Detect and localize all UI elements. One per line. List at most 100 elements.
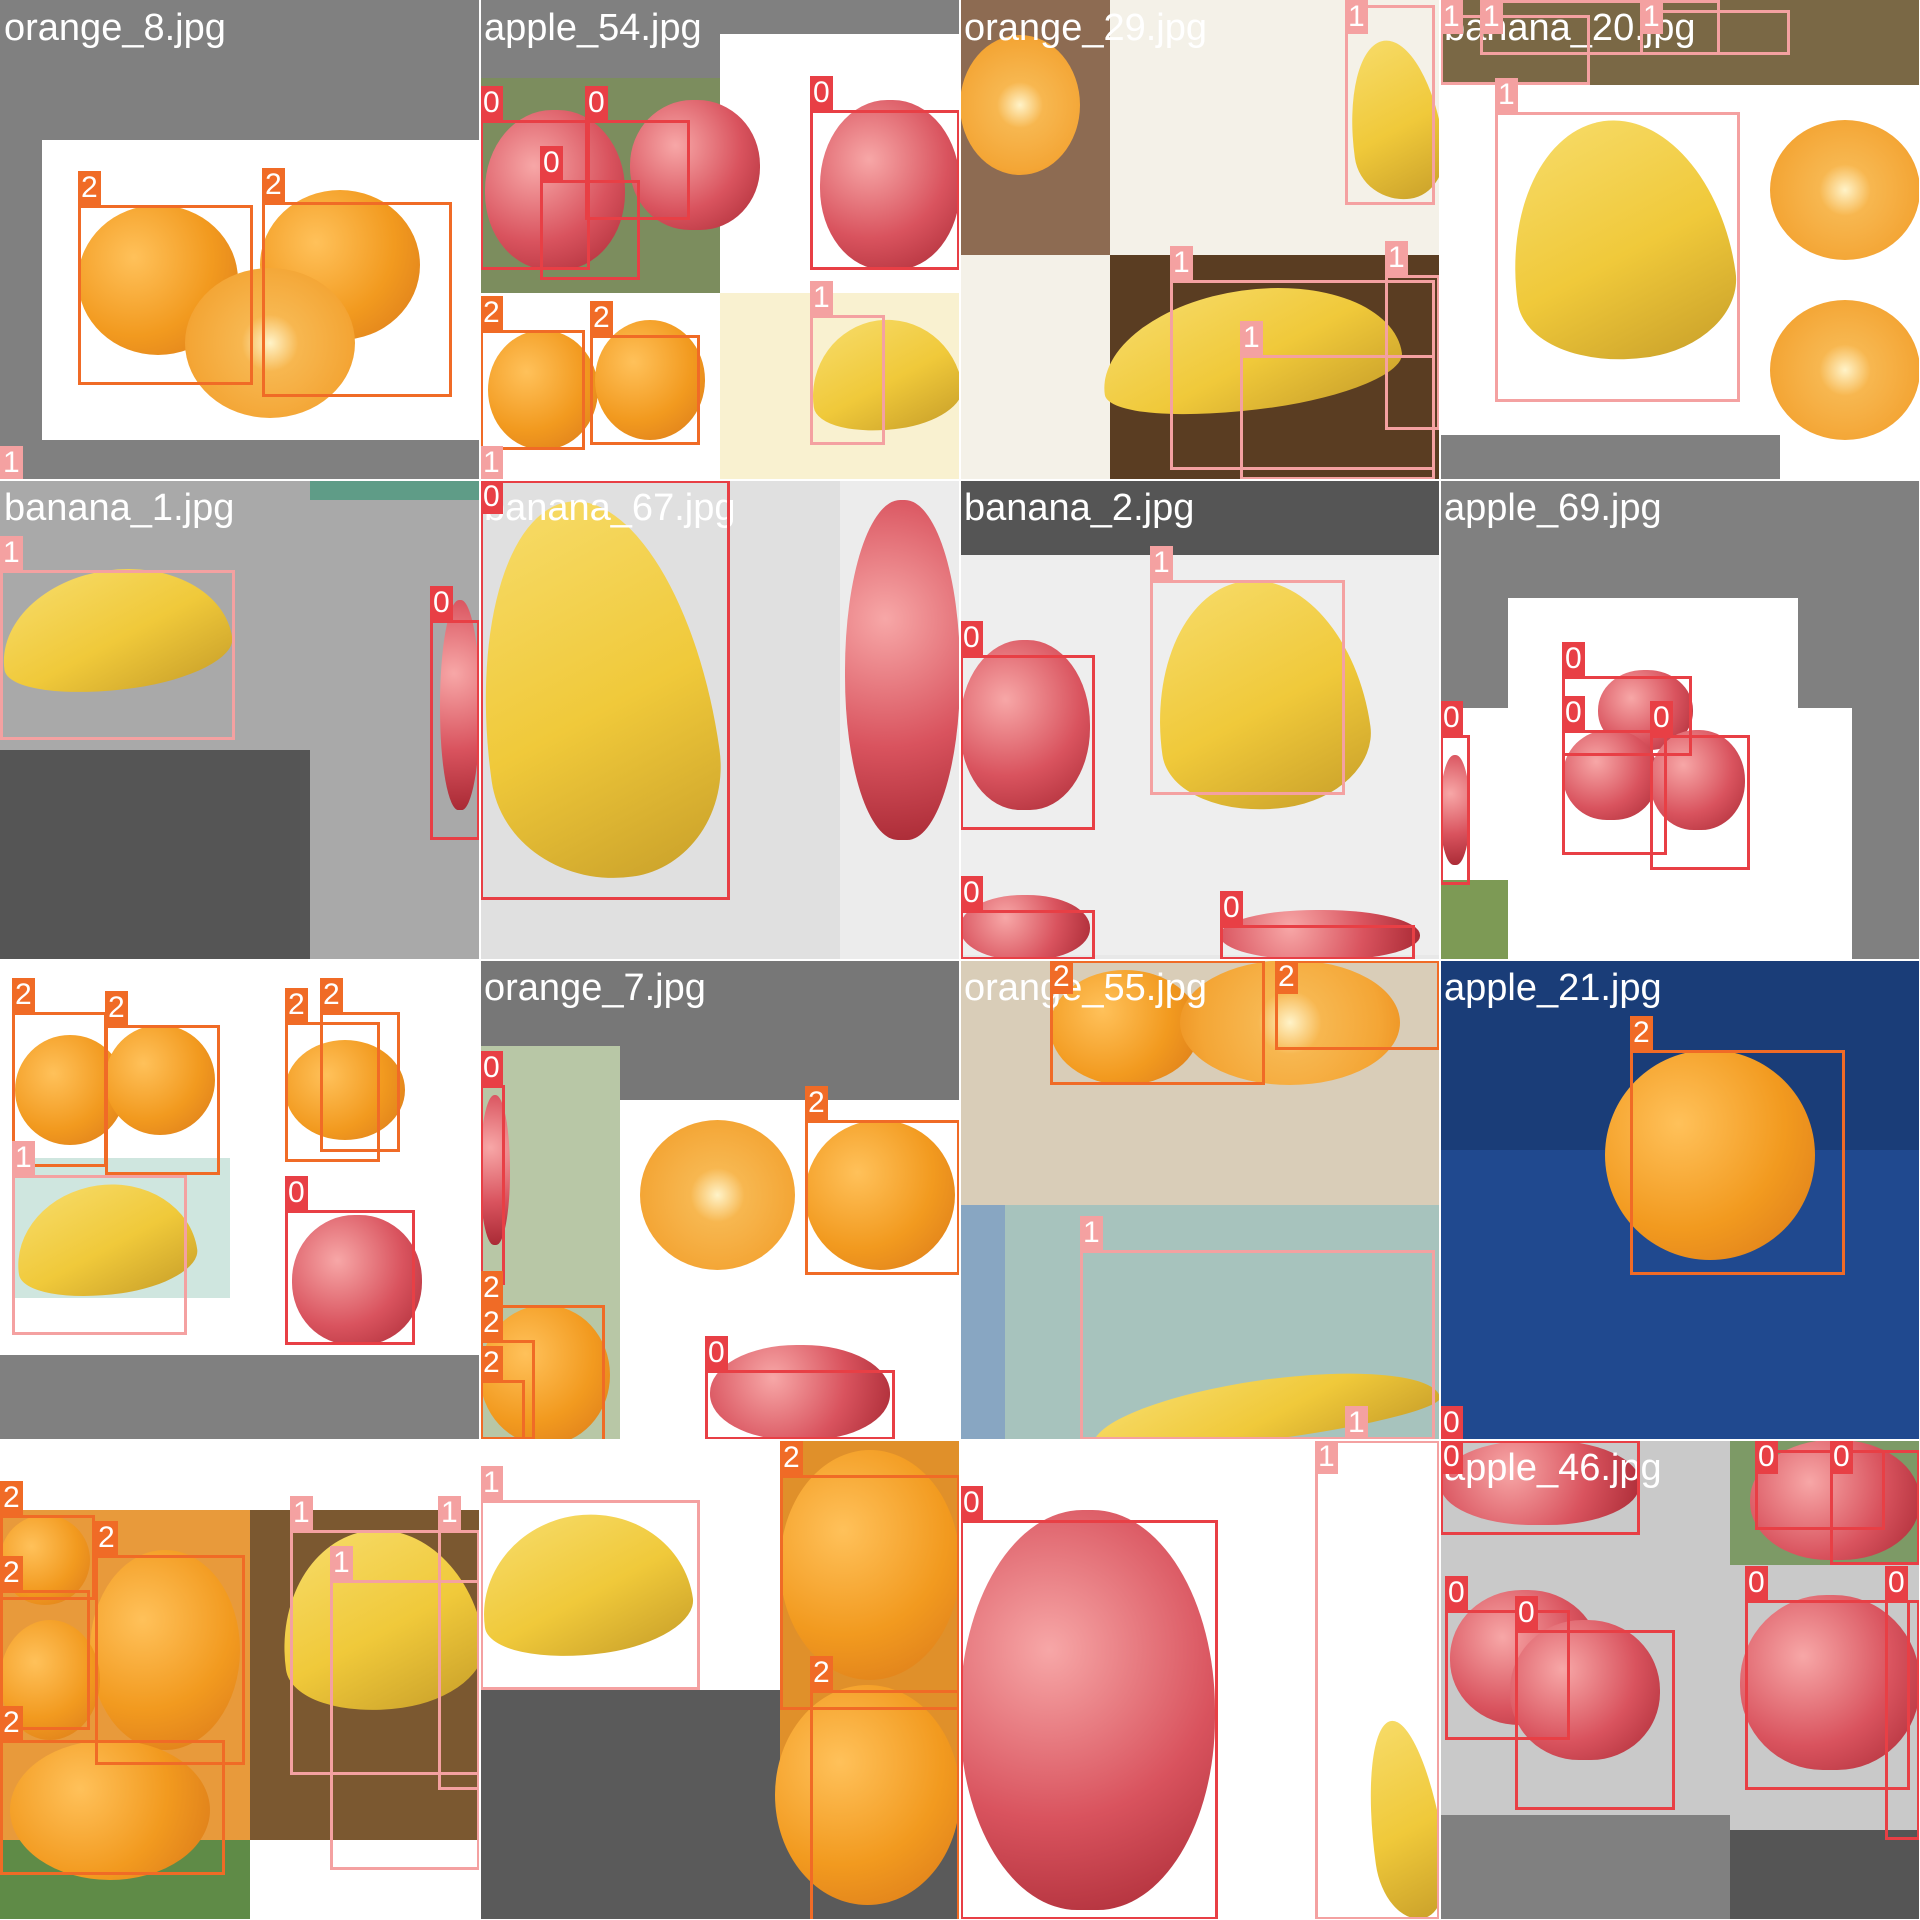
mosaic-tile: banana_67.jpg 0 (480, 480, 959, 959)
detection-class-label: 1 (0, 446, 23, 479)
background-region (1440, 880, 1508, 959)
detection-class-label: 1 (0, 536, 23, 570)
detection-class-label: 2 (0, 1556, 23, 1590)
detection-class-label: 0 (1445, 1576, 1468, 1610)
mosaic-tile: orange_29.jpg 1 1 1 1 (960, 0, 1439, 479)
tile-filename: orange_7.jpg (484, 967, 706, 1009)
detection-box (1440, 1440, 1640, 1535)
detection-class-label: 0 (1755, 1440, 1778, 1474)
detection-class-label: 2 (590, 301, 613, 335)
detection-box (1885, 1600, 1919, 1840)
mosaic-tile: banana_2.jpg 0 1 0 0 (960, 480, 1439, 959)
detection-box (810, 110, 959, 270)
mosaic-tile: orange_8.jpg 2 2 1 (0, 0, 479, 479)
detection-class-label: 0 (1515, 1596, 1538, 1630)
detection-box (810, 1690, 959, 1919)
detection-box (960, 910, 1095, 959)
detection-box (1080, 1250, 1435, 1439)
detection-box (805, 1120, 959, 1275)
detection-class-label: 1 (1345, 1406, 1368, 1439)
tile-filename: apple_54.jpg (484, 7, 702, 49)
detection-class-label: 2 (105, 991, 128, 1025)
detection-box (320, 1012, 400, 1152)
detection-class-label: 1 (1170, 246, 1193, 280)
mosaic-tile: apple_45.jpg 1 2 2 (480, 1440, 959, 1919)
detection-class-label: 2 (480, 1306, 503, 1340)
detection-class-label: 2 (95, 1521, 118, 1555)
background-region (310, 480, 479, 500)
detection-class-label: 1 (1440, 0, 1463, 34)
background-region (1730, 1830, 1919, 1919)
detection-box (1650, 735, 1750, 870)
detection-class-label: 2 (285, 988, 308, 1022)
detection-class-label: 2 (480, 296, 503, 330)
mosaic-tile: orange_25.jpg 0 1 (960, 1440, 1439, 1919)
tile-filename: orange_8.jpg (4, 7, 226, 49)
detection-class-label: 1 (1315, 1440, 1338, 1474)
detection-class-label: 1 (1385, 241, 1408, 275)
detection-class-label: 0 (960, 1486, 983, 1520)
detection-box (480, 480, 730, 900)
detection-class-label: 1 (1480, 0, 1503, 34)
detection-class-label: 2 (320, 978, 343, 1012)
detection-box (1495, 112, 1740, 402)
detection-class-label: 0 (1650, 701, 1673, 735)
detection-box (330, 1580, 479, 1870)
detection-class-label: 0 (1830, 1440, 1853, 1474)
detection-class-label: 2 (805, 1086, 828, 1120)
detection-class-label: 0 (1440, 1406, 1463, 1439)
mosaic-tile: orange_43.jpg 2 2 2 2 1 0 (0, 960, 479, 1439)
tile-filename: apple_21.jpg (1444, 967, 1662, 1009)
orange-image (1770, 300, 1919, 440)
mosaic-tile: orange_15.jpg 2 2 2 2 1 1 1 (0, 1440, 479, 1919)
tile-divider (0, 959, 1920, 961)
detection-class-label: 0 (705, 1336, 728, 1370)
detection-box (590, 335, 700, 445)
detection-class-label: 0 (810, 76, 833, 110)
detection-class-label: 0 (1745, 1566, 1768, 1600)
detection-box (1150, 580, 1345, 795)
detection-class-label: 0 (960, 876, 983, 910)
mosaic-tile: banana_20.jpg 1 1 1 1 (1440, 0, 1919, 479)
detection-class-label: 2 (480, 1271, 503, 1305)
tile-filename: apple_69.jpg (1444, 487, 1662, 529)
tile-filename: banana_1.jpg (4, 487, 235, 529)
detection-box (1050, 960, 1265, 1085)
detection-box (1385, 275, 1439, 430)
mosaic-tile: apple_69.jpg 0 0 0 0 (1440, 480, 1919, 959)
detection-class-label: 0 (1562, 642, 1585, 676)
detection-box (780, 1475, 959, 1710)
background-region (1440, 435, 1780, 479)
detection-class-label: 1 (1150, 546, 1173, 580)
detection-class-label: 2 (0, 1481, 23, 1515)
detection-class-label: 1 (1080, 1216, 1103, 1250)
detection-class-label: 2 (78, 171, 101, 205)
background-region (1440, 1815, 1730, 1919)
detection-class-label: 1 (810, 281, 833, 315)
detection-class-label: 0 (480, 1051, 503, 1085)
detection-class-label: 2 (810, 1656, 833, 1690)
detection-class-label: 0 (1220, 891, 1243, 925)
mosaic-tile: orange_7.jpg 0 2 2 2 2 0 (480, 960, 959, 1439)
detection-class-label: 2 (780, 1441, 803, 1475)
detection-box (105, 1025, 220, 1175)
detection-class-label: 1 (1240, 321, 1263, 355)
detection-class-label: 0 (285, 1176, 308, 1210)
detection-class-label: 1 (12, 1141, 35, 1175)
detection-class-label: 2 (480, 1346, 503, 1380)
detection-box (262, 202, 452, 397)
detection-box (480, 1085, 505, 1285)
detection-class-label: 1 (438, 1496, 461, 1530)
detection-class-label: 0 (960, 621, 983, 655)
orange-image (960, 35, 1080, 175)
detection-class-label: 1 (1495, 78, 1518, 112)
mosaic-grid: orange_8.jpg 2 2 1 apple_54.jpg 0 0 0 0 2 2 1 1 orang… (0, 0, 1920, 1920)
detection-box (960, 1520, 1218, 1919)
detection-box (1515, 1630, 1675, 1810)
detection-box (960, 655, 1095, 830)
detection-box (810, 315, 885, 445)
detection-box (1315, 1440, 1439, 1919)
detection-class-label: 1 (330, 1546, 353, 1580)
detection-class-label: 1 (1345, 0, 1368, 34)
detection-class-label: 1 (480, 446, 503, 479)
